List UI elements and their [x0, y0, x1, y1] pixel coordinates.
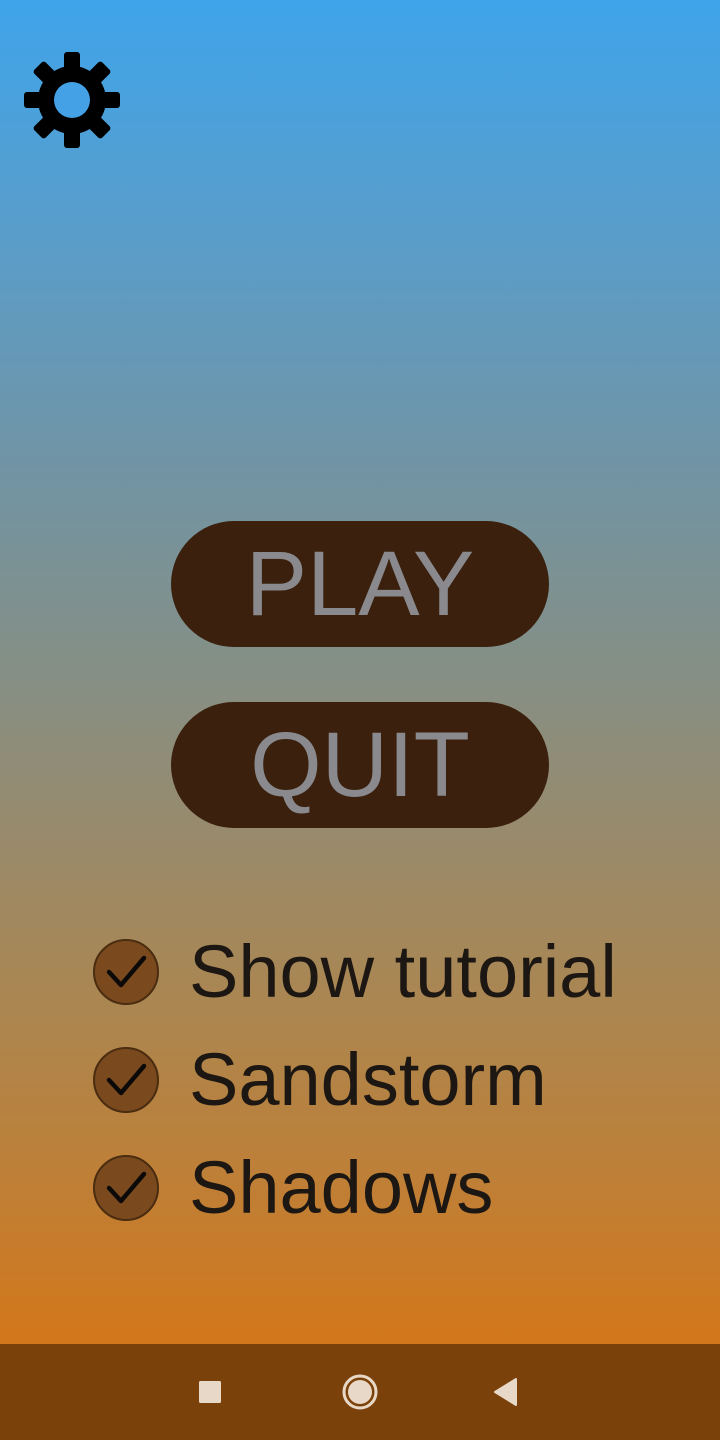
recents-button[interactable]	[186, 1368, 234, 1416]
android-navigation-bar	[0, 1344, 720, 1440]
game-screen: PLAY QUIT Show tutorial Sandstorm Shadow…	[0, 0, 720, 1440]
quit-button[interactable]: QUIT	[171, 702, 549, 828]
checkmark-icon	[106, 955, 147, 988]
checkmark-icon	[106, 1063, 147, 1096]
back-button[interactable]	[482, 1368, 530, 1416]
main-menu-background: PLAY QUIT Show tutorial Sandstorm Shadow…	[0, 0, 720, 1344]
show-tutorial-checkbox[interactable]	[93, 939, 159, 1005]
sandstorm-checkbox[interactable]	[93, 1047, 159, 1113]
option-sandstorm[interactable]: Sandstorm	[93, 1043, 547, 1117]
circle-icon	[342, 1374, 378, 1410]
show-tutorial-label: Show tutorial	[189, 930, 617, 1013]
triangle-back-icon	[494, 1378, 517, 1406]
option-shadows[interactable]: Shadows	[93, 1151, 493, 1225]
play-button[interactable]: PLAY	[171, 521, 549, 647]
square-icon	[199, 1381, 221, 1403]
sandstorm-label: Sandstorm	[189, 1038, 547, 1121]
option-show-tutorial[interactable]: Show tutorial	[93, 935, 617, 1009]
gear-icon	[22, 50, 122, 150]
settings-button[interactable]	[22, 50, 122, 150]
checkmark-icon	[106, 1171, 147, 1204]
shadows-checkbox[interactable]	[93, 1155, 159, 1221]
home-button[interactable]	[336, 1368, 384, 1416]
shadows-label: Shadows	[189, 1146, 494, 1229]
